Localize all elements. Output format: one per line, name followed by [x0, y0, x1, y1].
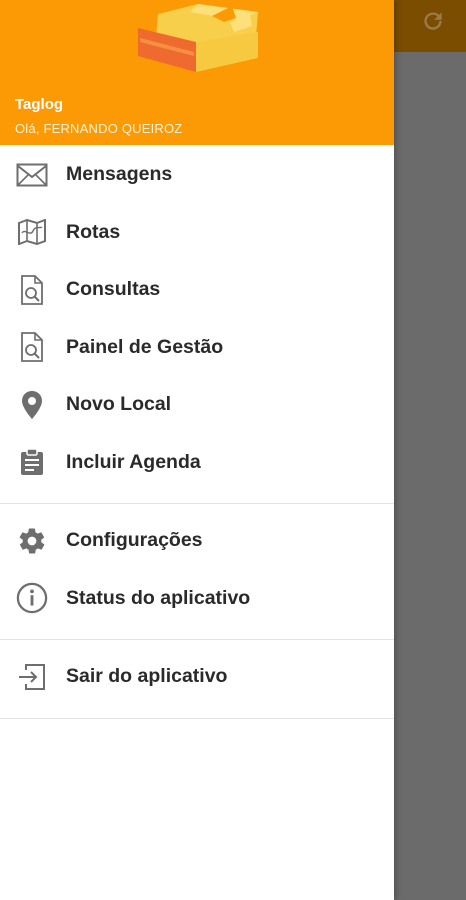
gear-icon: [16, 525, 48, 557]
drawer-header: Taglog Olá, FERNANDO QUEIROZ: [0, 0, 394, 145]
menu-item-rotas[interactable]: Rotas: [0, 204, 394, 262]
menu-item-novo-local[interactable]: Novo Local: [0, 376, 394, 434]
navigation-drawer: Taglog Olá, FERNANDO QUEIROZ Mensagens R…: [0, 0, 394, 900]
document-search-icon: [16, 331, 48, 363]
menu-item-status-do-aplicativo[interactable]: Status do aplicativo: [0, 570, 394, 628]
location-pin-icon: [16, 389, 48, 421]
menu-label-rotas: Rotas: [66, 220, 121, 243]
menu-item-mensagens[interactable]: Mensagens: [0, 146, 394, 204]
menu-item-configuracoes[interactable]: Configurações: [0, 512, 394, 570]
map-icon: [16, 216, 48, 248]
menu-label-novo-local: Novo Local: [66, 393, 172, 416]
refresh-icon[interactable]: [418, 6, 448, 36]
taglog-logo: [138, 4, 258, 72]
menu-divider: [0, 503, 394, 504]
menu-label-status-do-aplicativo: Status do aplicativo: [66, 586, 251, 609]
exit-icon: [16, 661, 48, 693]
menu-label-painel-de-gestao: Painel de Gestão: [66, 335, 224, 358]
menu-label-consultas: Consultas: [66, 278, 161, 301]
exit-menu: Sair do aplicativo: [0, 648, 394, 706]
app-name: Taglog: [15, 96, 64, 113]
menu-label-mensagens: Mensagens: [66, 163, 173, 186]
menu-divider: [0, 717, 394, 719]
menu-label-configuracoes: Configurações: [66, 529, 203, 552]
clipboard-icon: [16, 446, 48, 478]
menu-item-sair-do-aplicativo[interactable]: Sair do aplicativo: [0, 648, 394, 706]
envelope-icon: [16, 159, 48, 191]
settings-menu: Configurações Status do aplicativo: [0, 512, 394, 627]
menu-divider: [0, 639, 394, 640]
info-icon: [16, 582, 48, 614]
document-search-icon: [16, 274, 48, 306]
user-greeting: Olá, FERNANDO QUEIROZ: [15, 121, 183, 136]
menu-item-consultas[interactable]: Consultas: [0, 261, 394, 319]
menu-label-incluir-agenda: Incluir Agenda: [66, 450, 201, 473]
menu-item-painel-de-gestao[interactable]: Painel de Gestão: [0, 319, 394, 377]
main-menu: Mensagens Rotas Consultas Painel de Gest…: [0, 145, 394, 491]
menu-label-sair-do-aplicativo: Sair do aplicativo: [66, 665, 228, 688]
menu-item-incluir-agenda[interactable]: Incluir Agenda: [0, 434, 394, 492]
